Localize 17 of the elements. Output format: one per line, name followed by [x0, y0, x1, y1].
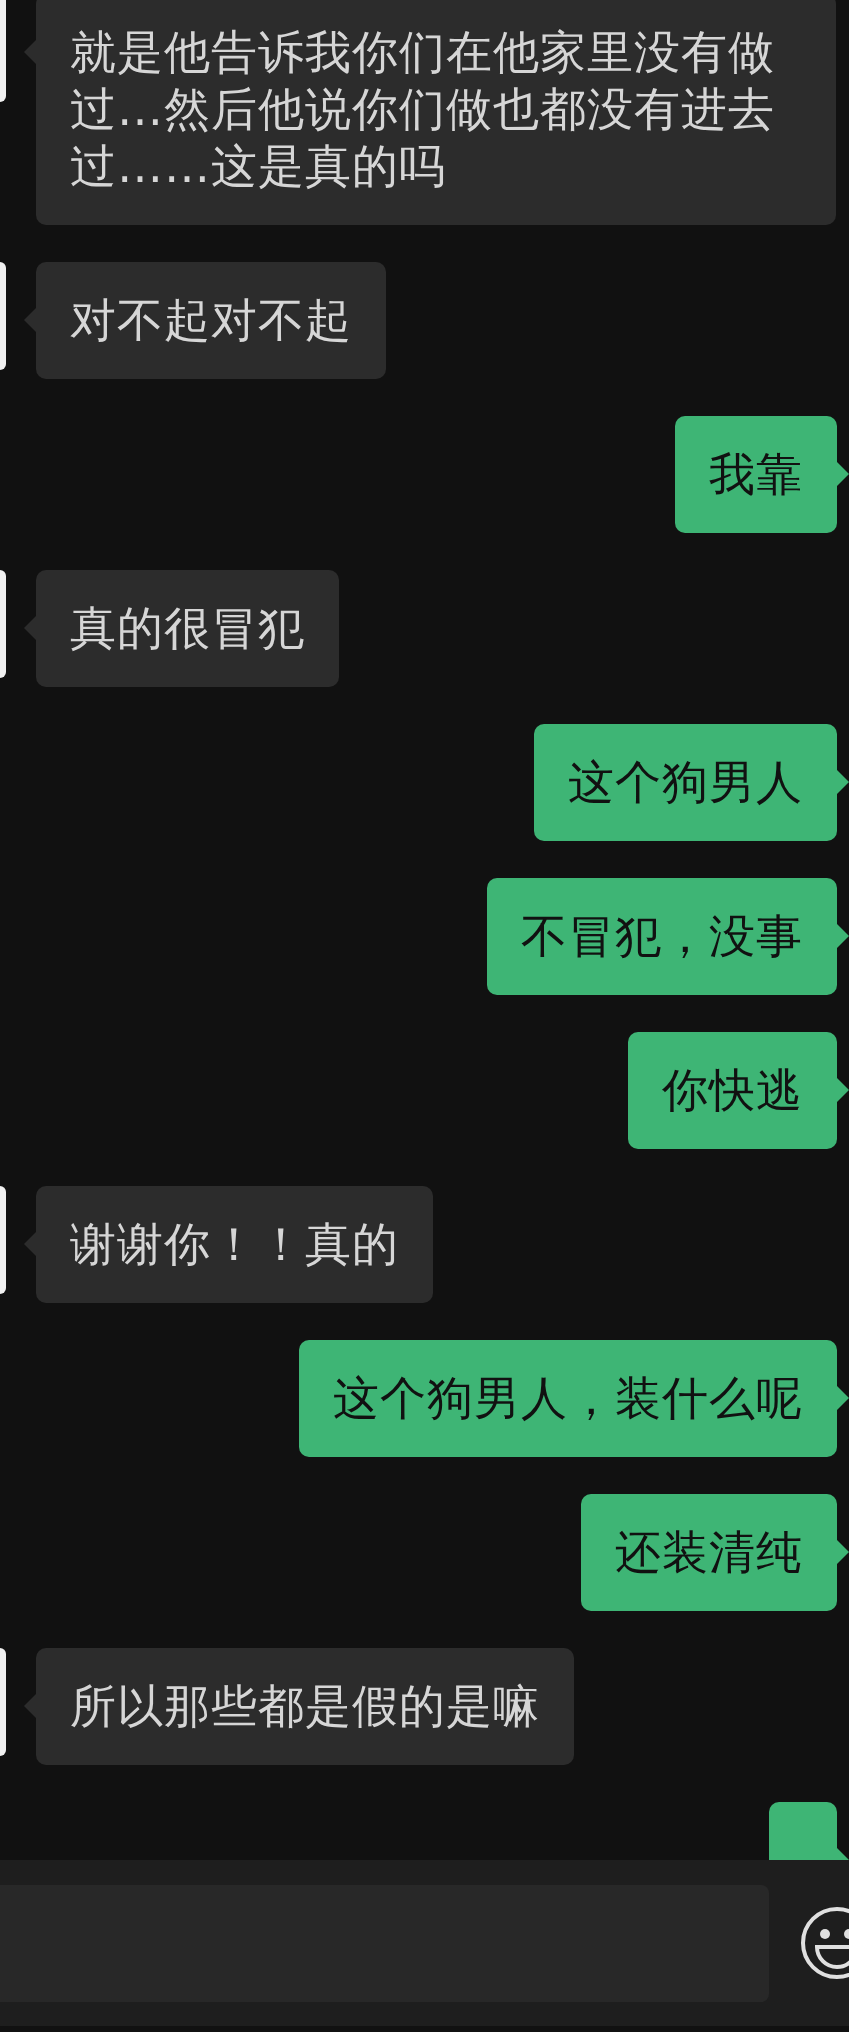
received-message: 就是他告诉我你们在他家里没有做过…然后他说你们做也都没有进去过……这是真的吗 — [36, 0, 836, 225]
received-message: 真的很冒犯 — [36, 570, 339, 687]
received-message: 所以那些都是假的是嘛 — [36, 1648, 574, 1765]
received-message: 谢谢你！！真的 — [36, 1186, 433, 1303]
bubble-tail — [837, 770, 849, 794]
sent-message: 我靠 — [675, 416, 837, 533]
sent-message: 你快逃 — [628, 1032, 837, 1149]
bubble-tail — [837, 924, 849, 948]
sent-message: 这个狗男人，装什么呢 — [299, 1340, 837, 1457]
bubble-tail — [837, 1078, 849, 1102]
sent-message: 这个狗男人 — [534, 724, 837, 841]
bubble-tail — [837, 462, 849, 486]
sent-message: 还装清纯 — [581, 1494, 837, 1611]
received-message: 对不起对不起 — [36, 262, 386, 379]
bubble-tail — [837, 1386, 849, 1410]
bubble-tail — [837, 1540, 849, 1564]
sent-message: 不冒犯，没事 — [487, 878, 837, 995]
